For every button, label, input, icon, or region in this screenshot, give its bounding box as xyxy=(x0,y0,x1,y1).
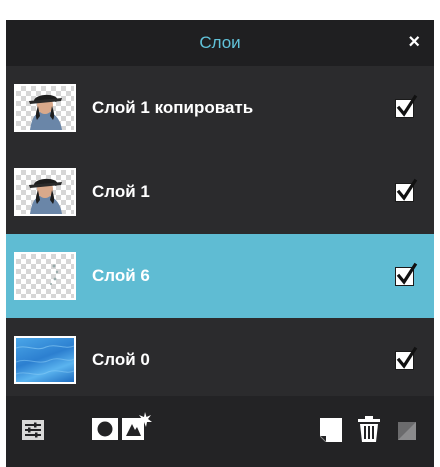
sparkle-icon xyxy=(50,264,59,285)
layer-name: Слой 1 xyxy=(92,182,150,201)
checkmark-icon xyxy=(396,178,418,201)
layer-thumbnail xyxy=(14,84,76,132)
add-fx-icon[interactable] xyxy=(122,412,152,445)
visibility-checkbox[interactable] xyxy=(395,346,418,370)
visibility-checkbox[interactable] xyxy=(395,178,418,202)
delete-layer-icon[interactable] xyxy=(358,416,380,447)
layer-thumbnail xyxy=(14,168,76,216)
layer-row[interactable]: Слой 1 xyxy=(6,150,434,234)
visibility-checkbox[interactable] xyxy=(395,262,418,286)
water-texture-icon xyxy=(16,345,74,375)
portrait-icon xyxy=(29,94,62,130)
layer-name: Слой 0 xyxy=(92,350,150,369)
layer-name: Слой 6 xyxy=(92,266,150,285)
merge-layer-icon[interactable] xyxy=(398,422,416,445)
new-layer-icon[interactable] xyxy=(319,418,342,447)
layer-row[interactable]: Слой 0 xyxy=(6,318,434,402)
layers-panel: Слои × Слой 1 копировать Слой 1 Слой 6 С… xyxy=(6,20,434,467)
layer-row-selected[interactable]: Слой 6 xyxy=(6,234,434,318)
visibility-checkbox[interactable] xyxy=(395,94,418,118)
close-icon[interactable]: × xyxy=(408,31,420,53)
panel-title: Слои xyxy=(199,33,241,52)
layer-thumbnail xyxy=(14,252,76,300)
layer-settings-icon[interactable] xyxy=(22,420,44,445)
add-mask-icon[interactable] xyxy=(92,418,118,445)
panel-header: Слои × xyxy=(6,20,434,66)
layer-thumbnail xyxy=(14,336,76,384)
checkmark-icon xyxy=(396,94,418,117)
checkmark-icon xyxy=(396,346,418,369)
panel-footer xyxy=(6,396,434,467)
checkmark-icon xyxy=(396,262,418,285)
portrait-icon xyxy=(29,178,62,214)
layer-row[interactable]: Слой 1 копировать xyxy=(6,66,434,150)
layer-name: Слой 1 копировать xyxy=(92,98,254,117)
